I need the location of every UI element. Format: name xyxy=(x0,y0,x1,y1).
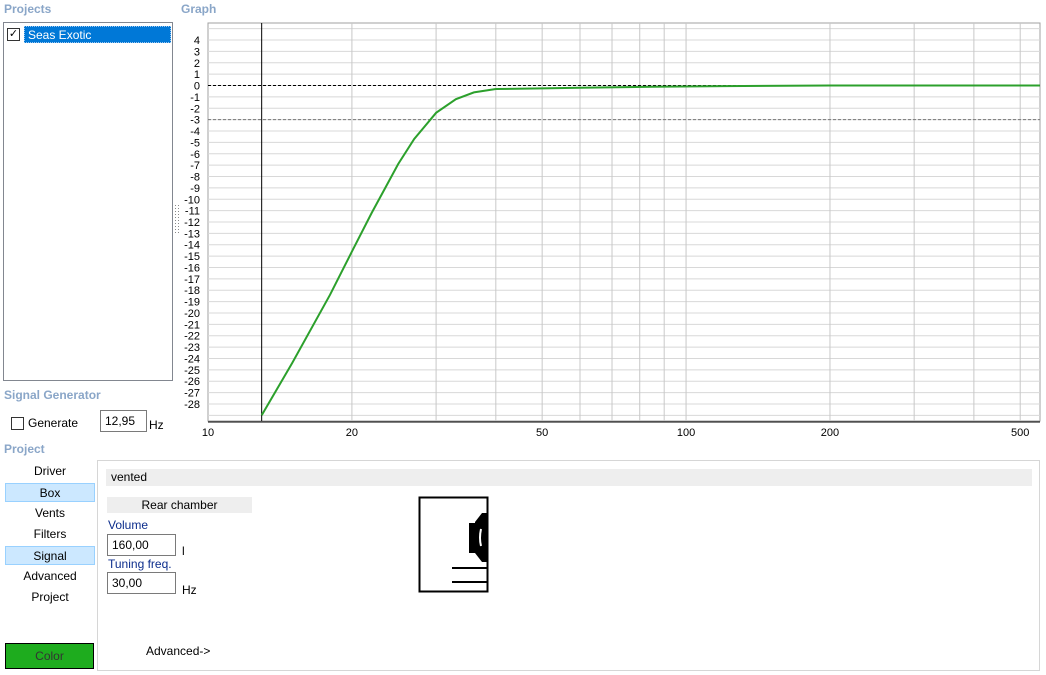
y-tick-label: -5 xyxy=(190,137,200,149)
splitter-grip xyxy=(175,232,176,233)
y-tick-label: 1 xyxy=(194,69,200,81)
nav-item-box[interactable]: Box xyxy=(5,483,95,502)
y-tick-label: -20 xyxy=(184,308,200,320)
frequency-response-graph[interactable]: 43210-1-2-3-4-5-6-7-8-9-10-11-12-13-14-1… xyxy=(175,18,1043,440)
generate-row[interactable]: Generate xyxy=(11,416,78,430)
y-tick-label: 0 xyxy=(194,81,200,93)
y-tick-label: -27 xyxy=(184,388,200,400)
tuning-freq-unit: Hz xyxy=(182,583,197,597)
y-tick-label: -1 xyxy=(190,92,200,104)
x-tick-label: 50 xyxy=(536,427,548,439)
y-tick-label: 4 xyxy=(194,35,200,47)
tuning-freq-label: Tuning freq. xyxy=(108,557,172,571)
y-tick-label: -8 xyxy=(190,172,200,184)
x-tick-label: 20 xyxy=(346,427,358,439)
y-tick-label: -14 xyxy=(184,240,200,252)
projects-list[interactable]: ✓ Seas Exotic xyxy=(3,22,173,381)
x-tick-label: 10 xyxy=(202,427,214,439)
splitter-grip xyxy=(178,217,179,218)
splitter-grip xyxy=(178,208,179,209)
y-tick-label: -26 xyxy=(184,376,200,388)
y-tick-label: -12 xyxy=(184,217,200,229)
projects-section-label: Projects xyxy=(4,2,52,16)
volume-input[interactable]: 160,00 xyxy=(107,534,176,556)
generator-frequency-input[interactable]: 12,95 xyxy=(100,410,147,432)
y-tick-label: -7 xyxy=(190,160,200,172)
splitter-grip xyxy=(175,220,176,221)
nav-item-signal[interactable]: Signal xyxy=(5,546,95,565)
y-tick-label: -11 xyxy=(185,206,200,218)
project-item[interactable]: ✓ Seas Exotic xyxy=(7,26,171,43)
splitter-grip xyxy=(178,220,179,221)
y-tick-label: -19 xyxy=(184,297,200,309)
splitter-grip xyxy=(178,232,179,233)
y-tick-label: -2 xyxy=(190,103,200,115)
project-checkbox[interactable]: ✓ xyxy=(7,28,20,41)
splitter-grip xyxy=(175,229,176,230)
y-tick-label: -3 xyxy=(190,115,200,127)
rear-chamber-header: Rear chamber xyxy=(107,497,252,513)
x-tick-label: 100 xyxy=(677,427,695,439)
y-tick-label: -24 xyxy=(184,353,200,365)
x-tick-label: 500 xyxy=(1011,427,1029,439)
splitter-grip xyxy=(175,223,176,224)
y-tick-label: -21 xyxy=(184,319,200,331)
check-mark-icon: ✓ xyxy=(8,28,19,40)
box-type-dropdown[interactable]: vented xyxy=(106,469,1032,486)
volume-label: Volume xyxy=(108,518,149,532)
splitter-grip xyxy=(175,211,176,212)
project-section-label: Project xyxy=(4,442,45,456)
y-tick-label: -22 xyxy=(184,331,200,343)
graph-section-label: Graph xyxy=(181,2,217,16)
splitter-grip xyxy=(175,226,176,227)
nav-item-advanced[interactable]: Advanced xyxy=(5,567,95,586)
y-tick-label: -28 xyxy=(184,399,200,411)
x-tick-label: 200 xyxy=(821,427,839,439)
volume-unit: l xyxy=(182,544,185,558)
project-label[interactable]: Seas Exotic xyxy=(24,26,171,43)
y-tick-label: -9 xyxy=(190,183,200,195)
color-button[interactable]: Color xyxy=(5,643,94,669)
vented-box-diagram-icon xyxy=(418,496,489,593)
signal-generator-section-label: Signal Generator xyxy=(4,388,101,402)
nav-item-vents[interactable]: Vents xyxy=(5,504,95,523)
generator-frequency-unit: Hz xyxy=(149,418,164,432)
box-settings-panel: vented Rear chamber Volume 160,00 l Tuni… xyxy=(97,460,1040,671)
splitter-grip xyxy=(178,223,179,224)
y-tick-label: 3 xyxy=(194,46,200,58)
splitter-grip xyxy=(178,214,179,215)
advanced-link[interactable]: Advanced-> xyxy=(146,644,210,658)
y-tick-label: -15 xyxy=(184,251,200,263)
generate-label: Generate xyxy=(28,416,79,430)
splitter-grip xyxy=(178,211,179,212)
y-tick-label: -4 xyxy=(190,126,200,138)
y-tick-label: -16 xyxy=(184,262,200,274)
nav-item-driver[interactable]: Driver xyxy=(5,462,95,481)
splitter-grip xyxy=(178,226,179,227)
generate-checkbox[interactable] xyxy=(11,416,24,430)
splitter-grip xyxy=(175,217,176,218)
tuning-freq-input[interactable]: 30,00 xyxy=(107,572,176,594)
y-tick-label: -23 xyxy=(184,342,200,354)
splitter-grip xyxy=(175,205,176,206)
splitter-grip xyxy=(178,229,179,230)
nav-item-filters[interactable]: Filters xyxy=(5,525,95,544)
y-tick-label: 2 xyxy=(194,58,200,70)
y-tick-label: -10 xyxy=(184,194,200,206)
y-tick-label: -13 xyxy=(184,228,200,240)
splitter-grip xyxy=(175,214,176,215)
y-tick-label: -17 xyxy=(184,274,200,286)
y-tick-label: -6 xyxy=(190,149,200,161)
splitter-grip xyxy=(178,205,179,206)
y-tick-label: -18 xyxy=(184,285,200,297)
y-tick-label: -25 xyxy=(184,365,200,377)
nav-item-project[interactable]: Project xyxy=(5,588,95,607)
splitter-grip xyxy=(175,208,176,209)
